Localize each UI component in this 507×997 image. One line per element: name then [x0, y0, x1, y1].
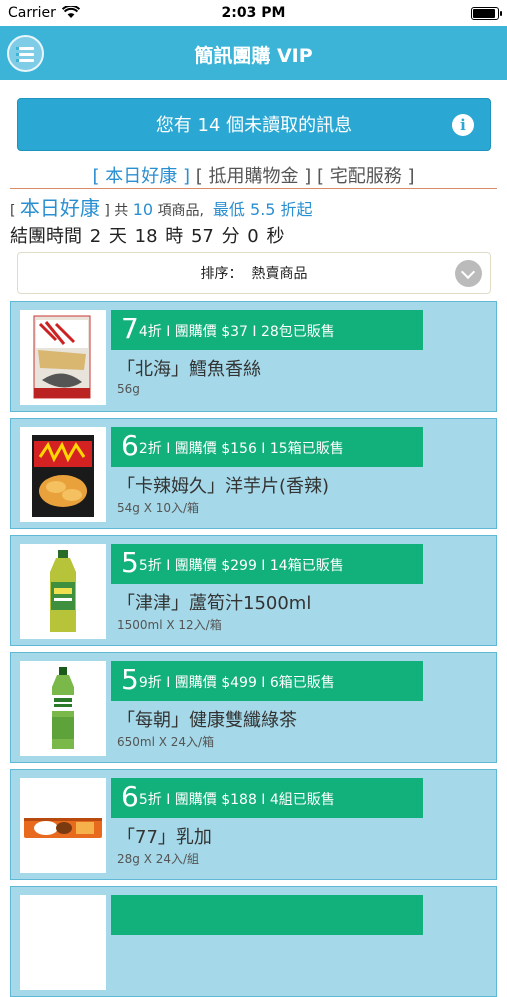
product-card[interactable]: 65折 I 團購價 $188 I 4組已販售 「77」乳加 28g X 24入/…	[10, 769, 497, 880]
discount-major: 5	[121, 546, 139, 579]
product-card[interactable]	[10, 886, 497, 997]
discount-major: 5	[121, 663, 139, 696]
price-bar: 62折 I 團購價 $156 I 15箱已販售	[111, 427, 423, 467]
discount-minor: 5	[138, 558, 148, 574]
unread-messages-banner[interactable]: 您有 14 個未讀取的訊息 i	[17, 98, 491, 151]
discount-minor: 2	[138, 441, 148, 457]
product-name: 「津津」蘆筍汁1500ml	[117, 593, 312, 614]
unread-messages-text: 您有 14 個未讀取的訊息	[155, 115, 353, 136]
status-bar: Carrier 2:03 PM	[0, 0, 507, 26]
product-image	[20, 544, 106, 639]
nav-bar: 簡訊團購 VIP	[0, 26, 507, 80]
product-name: 「77」乳加	[117, 827, 212, 848]
deal-summary: [ 本日好康 ] 共 10 項商品, 最低 5.5 折起	[10, 192, 313, 221]
price-bar: 65折 I 團購價 $188 I 4組已販售	[111, 778, 423, 818]
product-spec: 56g	[117, 382, 140, 396]
product-spec: 28g X 24入/組	[117, 852, 200, 866]
product-spec: 1500ml X 12入/箱	[117, 618, 222, 632]
product-image	[20, 895, 106, 990]
page-title: 簡訊團購 VIP	[194, 45, 313, 67]
summary-bracket-open: [	[10, 203, 16, 219]
discount-major: 7	[121, 312, 139, 345]
sort-label: 排序：	[200, 266, 243, 282]
discount-major: 6	[121, 780, 139, 813]
product-name: 「卡辣姆久」洋芋片(香辣)	[117, 476, 330, 497]
product-card[interactable]: 62折 I 團購價 $156 I 15箱已販售 「卡辣姆久」洋芋片(香辣) 54…	[10, 418, 497, 529]
clock: 2:03 PM	[221, 5, 286, 21]
product-card[interactable]: 59折 I 團購價 $499 I 6箱已販售 「每朝」健康雙纖綠茶 650ml …	[10, 652, 497, 763]
sort-value: 熱賣商品	[251, 266, 308, 282]
summary-section: 本日好康	[19, 196, 100, 220]
price-bar: 59折 I 團購價 $499 I 6箱已販售	[111, 661, 423, 701]
product-name: 「北海」鱈魚香絲	[117, 359, 261, 380]
product-spec: 54g X 10入/箱	[117, 501, 200, 515]
price-bar: 55折 I 團購價 $299 I 14箱已販售	[111, 544, 423, 584]
price-detail: I 團購價 $37 I 28包已販售	[166, 324, 335, 340]
summary-suffix: 項商品,	[157, 203, 205, 219]
discount-unit: 折	[147, 324, 162, 340]
product-image	[20, 427, 106, 522]
product-image	[20, 778, 106, 873]
group-buy-timer: 結團時間 2 天 18 時 57 分 0 秒	[10, 226, 285, 247]
chevron-down-icon[interactable]	[455, 260, 482, 287]
product-image	[20, 661, 106, 756]
discount-major: 6	[121, 429, 139, 462]
divider	[10, 188, 497, 189]
summary-prefix: 共	[114, 203, 129, 219]
discount-minor: 9	[138, 675, 148, 691]
product-card[interactable]: 74折 I 團購價 $37 I 28包已販售 「北海」鱈魚香絲 56g	[10, 301, 497, 412]
sort-select[interactable]: 排序： 熱賣商品	[17, 252, 491, 294]
price-detail: I 團購價 $156 I 15箱已販售	[166, 441, 344, 457]
price-bar: 74折 I 團購價 $37 I 28包已販售	[111, 310, 423, 350]
discount-unit: 折	[147, 675, 162, 691]
discount-minor: 5	[138, 792, 148, 808]
discount-unit: 折	[147, 441, 162, 457]
summary-min-discount: 最低 5.5 折起	[212, 200, 313, 219]
summary-bracket-close: ]	[104, 203, 110, 219]
price-bar	[111, 895, 423, 935]
category-tabs: [ 本日好康 ] [ 抵用購物金 ] [ 宅配服務 ]	[0, 162, 507, 188]
discount-unit: 折	[147, 792, 162, 808]
price-detail: I 團購價 $499 I 6箱已販售	[166, 675, 335, 691]
discount-minor: 4	[138, 324, 148, 340]
tab-today-deals[interactable]: [ 本日好康 ]	[93, 166, 191, 187]
tab-delivery-service[interactable]: [ 宅配服務 ]	[317, 166, 415, 187]
product-image	[20, 310, 106, 405]
summary-count: 10	[132, 200, 154, 219]
discount-unit: 折	[147, 558, 162, 574]
product-name: 「每朝」健康雙纖綠茶	[117, 710, 297, 731]
battery-icon	[471, 7, 502, 20]
product-card[interactable]: 55折 I 團購價 $299 I 14箱已販售 「津津」蘆筍汁1500ml 15…	[10, 535, 497, 646]
price-detail: I 團購價 $299 I 14箱已販售	[166, 558, 344, 574]
price-detail: I 團購價 $188 I 4組已販售	[166, 792, 335, 808]
tab-shopping-credit[interactable]: [ 抵用購物金 ]	[196, 166, 312, 187]
info-icon[interactable]: i	[452, 114, 474, 136]
product-spec: 650ml X 24入/箱	[117, 735, 215, 749]
